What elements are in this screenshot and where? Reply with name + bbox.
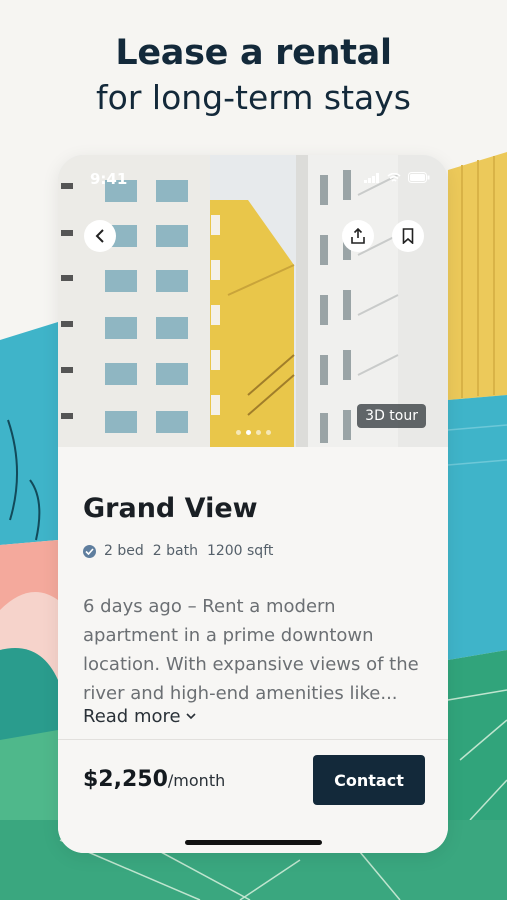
pager-dot[interactable] [256, 430, 261, 435]
price-amount: $2,250 [83, 767, 168, 792]
signal-icon [364, 172, 379, 183]
status-icons [364, 172, 430, 183]
chevron-down-icon [186, 713, 196, 720]
back-button[interactable] [84, 220, 116, 252]
share-icon [351, 228, 365, 244]
listing-details: Grand View 2 bed 2 bath 1200 sqft 6 days… [58, 447, 448, 853]
photo-pager[interactable] [236, 430, 271, 435]
listing-photo[interactable]: 9:41 3D tour [58, 155, 448, 447]
3d-tour-badge[interactable]: 3D tour [357, 404, 426, 428]
listing-specs: 2 bed 2 bath 1200 sqft [83, 543, 282, 559]
bookmark-button[interactable] [392, 220, 424, 252]
contact-button[interactable]: Contact [313, 755, 425, 805]
bookmark-icon [402, 228, 414, 244]
headline-title: Lease a rental [115, 33, 392, 73]
pager-dot[interactable] [236, 430, 241, 435]
pager-dot-active[interactable] [246, 430, 251, 435]
share-button[interactable] [342, 220, 374, 252]
verified-icon [83, 544, 96, 558]
price-unit: /month [167, 771, 226, 790]
area-size: 1200 sqft [206, 543, 274, 559]
back-icon [95, 229, 104, 243]
read-more-label: Read more [83, 706, 181, 727]
listing-description: 6 days ago – Rent a modern apartment in … [83, 596, 419, 704]
divider [58, 739, 448, 740]
phone-frame: 9:41 3D tour Grand View 2 bed 2 bath 120… [58, 155, 448, 853]
headline-subtitle: for long-term stays [96, 78, 411, 117]
status-time: 9:41 [90, 170, 128, 188]
price: $2,250/month [83, 767, 225, 792]
pager-dot[interactable] [266, 430, 271, 435]
headline: Lease a rental for long-term stays [0, 30, 507, 120]
home-indicator [185, 840, 322, 845]
listing-title: Grand View [83, 493, 258, 524]
battery-icon [408, 172, 430, 183]
wifi-icon [387, 172, 401, 182]
read-more-link[interactable]: Read more [83, 706, 196, 727]
beds-count: 2 bed [104, 543, 144, 559]
baths-count: 2 bath [152, 543, 198, 559]
